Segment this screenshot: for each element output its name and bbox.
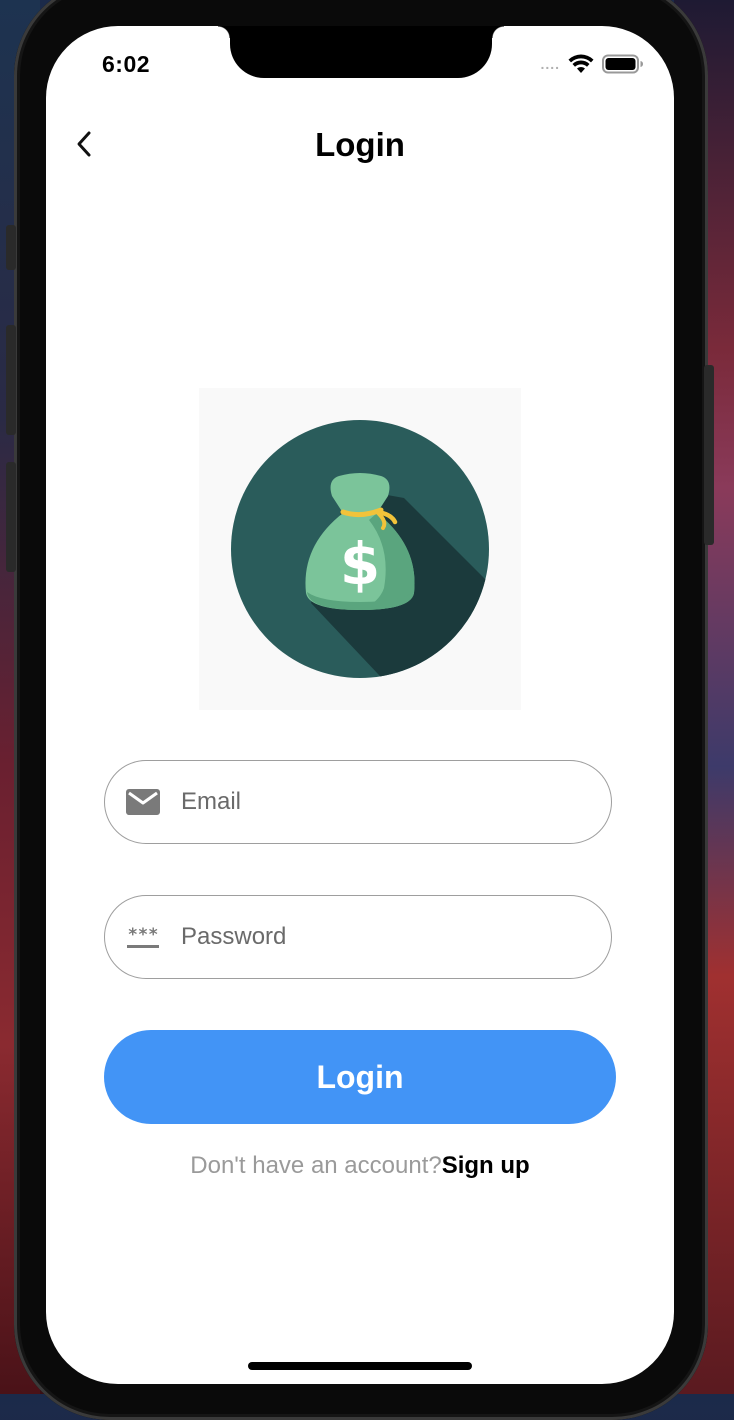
svg-text:***: *** (128, 925, 159, 945)
email-input[interactable] (181, 761, 587, 843)
password-icon: *** (125, 922, 161, 952)
status-icons: .... (540, 54, 644, 74)
money-bag-icon: $ (231, 420, 489, 678)
status-time: 6:02 (102, 51, 151, 77)
app-logo: $ (199, 388, 521, 710)
password-input[interactable] (181, 896, 587, 978)
home-indicator[interactable] (248, 1362, 472, 1370)
password-field[interactable]: *** (104, 895, 612, 979)
mute-switch (6, 225, 16, 270)
signup-prompt: Don't have an account? (190, 1152, 442, 1179)
battery-icon (602, 54, 644, 74)
login-button[interactable]: Login (104, 1030, 616, 1124)
page-title: Login (315, 126, 405, 163)
power-button (704, 365, 714, 545)
signal-icon: .... (540, 56, 560, 72)
volume-up-button (6, 325, 16, 435)
dollar-symbol: $ (340, 530, 380, 598)
mail-icon (125, 787, 161, 817)
signup-row: Don't have an account?Sign up (46, 1152, 674, 1180)
notch (218, 26, 504, 78)
email-field[interactable] (104, 760, 612, 844)
signup-link[interactable]: Sign up (442, 1152, 530, 1179)
app-screen: 6:02 .... Login $ Email *** Login Don't … (46, 26, 674, 1384)
wifi-icon (568, 54, 594, 74)
volume-down-button (6, 462, 16, 572)
